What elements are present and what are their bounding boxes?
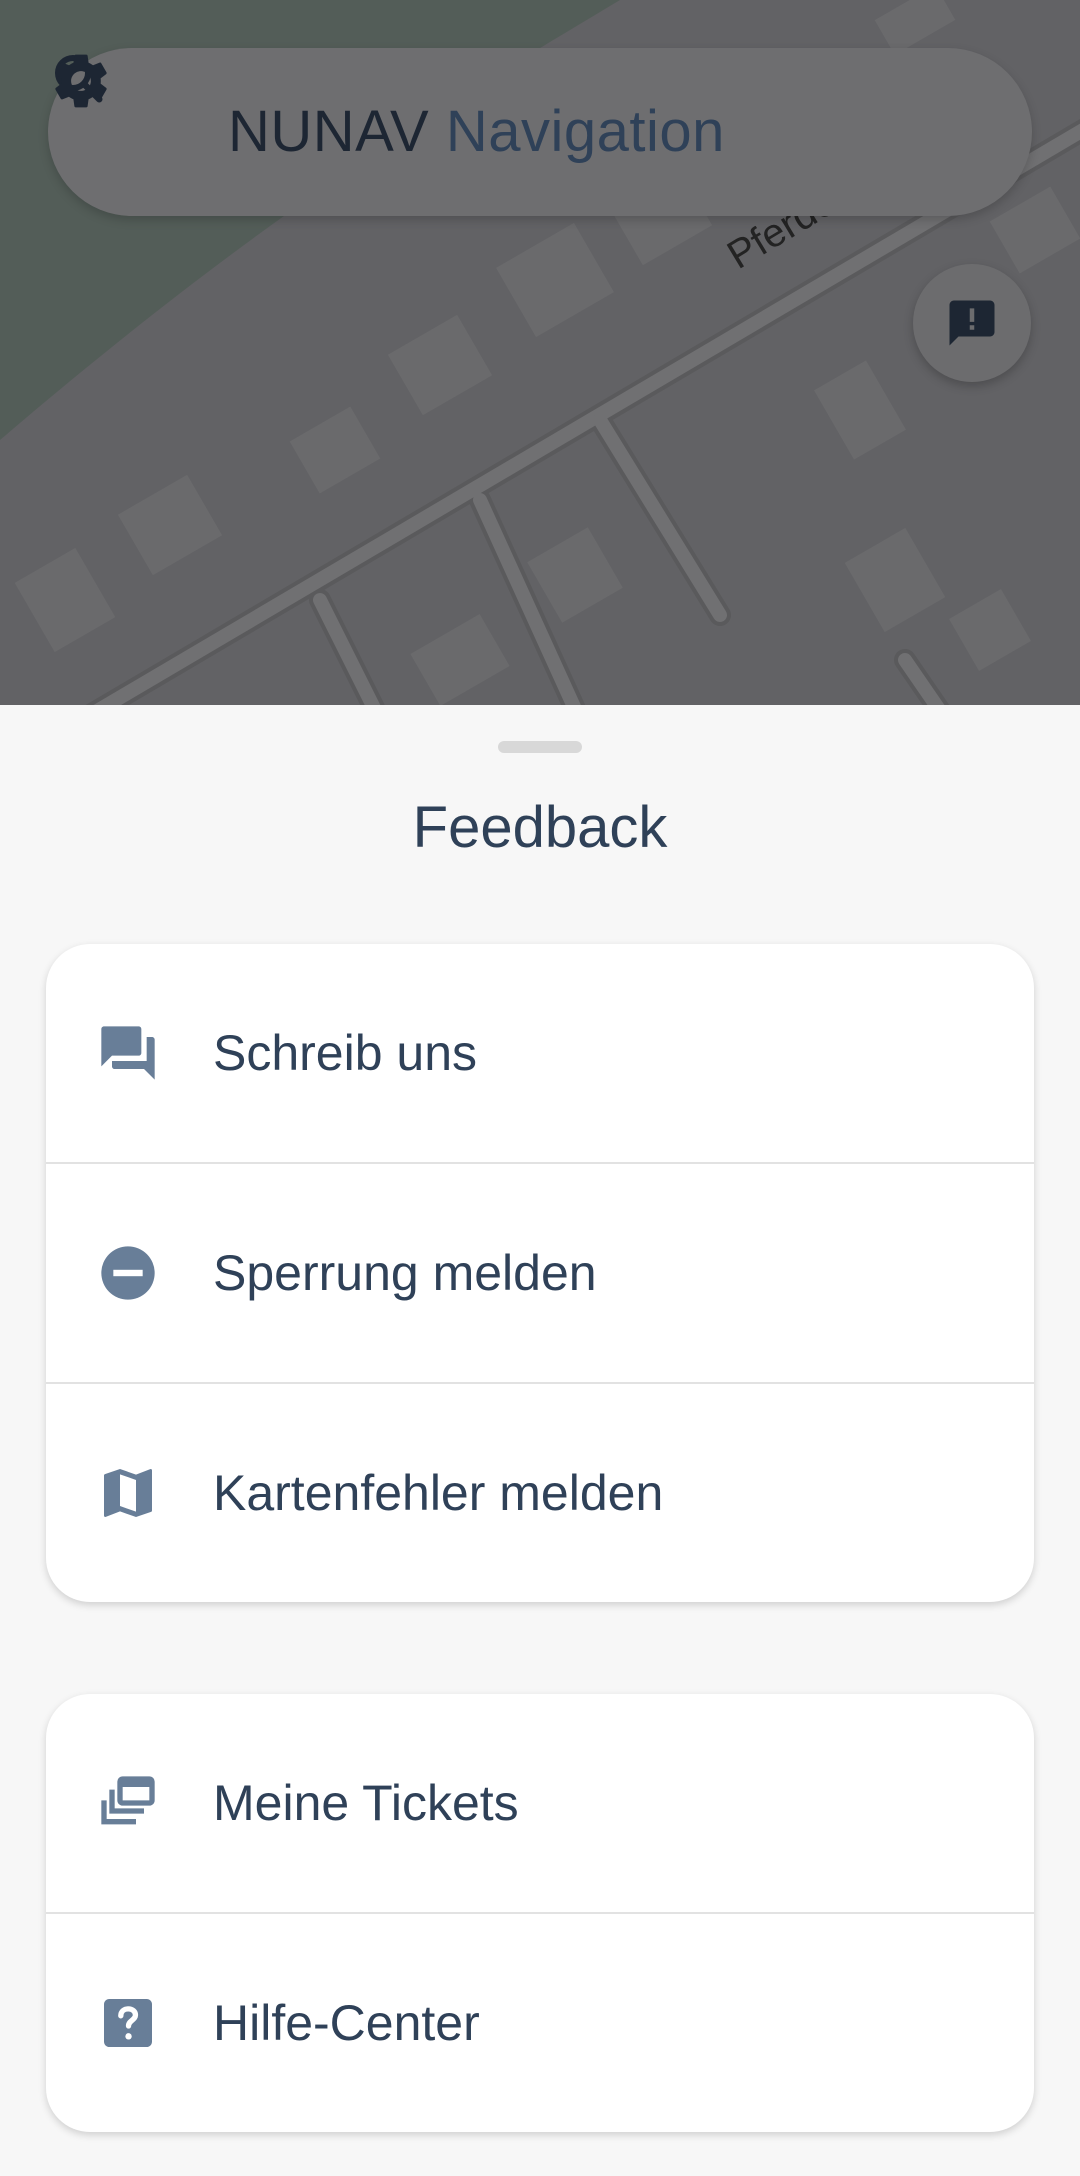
gear-icon[interactable]: [48, 48, 114, 114]
menu-item-label: Hilfe-Center: [213, 1995, 480, 2051]
drag-handle[interactable]: [498, 741, 582, 753]
support-card: Meine Tickets Hilfe-Center: [46, 1694, 1034, 2132]
feedback-sheet: Feedback Schreib uns Sperrung melden Kar…: [0, 705, 1080, 2176]
do-not-enter-icon: [101, 1246, 155, 1300]
menu-item-hilfe-center[interactable]: Hilfe-Center: [46, 1914, 1034, 2132]
search-bar[interactable]: NUNAV Navigation: [48, 48, 1032, 216]
tickets-icon: [101, 1776, 155, 1825]
search-title[interactable]: NUNAV Navigation: [228, 94, 725, 170]
menu-item-sperrung-melden[interactable]: Sperrung melden: [46, 1164, 1034, 1384]
menu-item-label: Sperrung melden: [213, 1245, 597, 1301]
brand-product: Navigation: [445, 99, 725, 164]
forum-icon: [101, 1026, 155, 1080]
map-icon: [104, 1469, 152, 1517]
feedback-card: Schreib uns Sperrung melden Kartenfehler…: [46, 944, 1034, 1602]
help-icon: [104, 1999, 152, 2047]
menu-item-kartenfehler-melden[interactable]: Kartenfehler melden: [46, 1384, 1034, 1602]
report-button[interactable]: [913, 264, 1031, 382]
menu-item-label: Kartenfehler melden: [213, 1465, 664, 1521]
menu-item-meine-tickets[interactable]: Meine Tickets: [46, 1694, 1034, 1914]
map-view[interactable]: Pferdek NUNAV Navigation: [0, 0, 1080, 705]
menu-item-schreib-uns[interactable]: Schreib uns: [46, 944, 1034, 1164]
feedback-alert-icon: [949, 300, 995, 346]
menu-item-label: Schreib uns: [213, 1025, 478, 1081]
sheet-title: Feedback: [412, 795, 668, 860]
menu-item-label: Meine Tickets: [213, 1775, 519, 1831]
brand-name: NUNAV: [228, 99, 430, 164]
